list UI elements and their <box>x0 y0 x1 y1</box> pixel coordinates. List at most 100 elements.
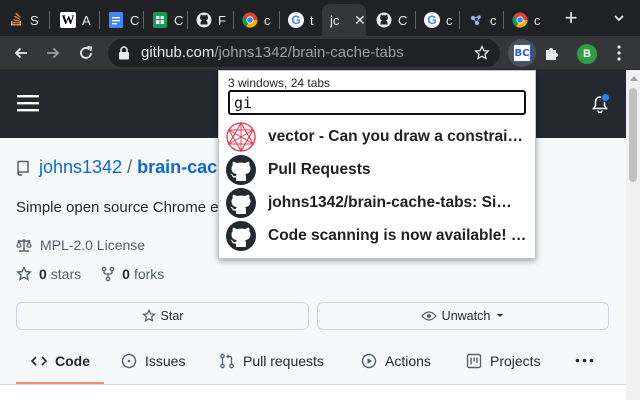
tab-title: F <box>218 12 226 28</box>
result-title: johns1342/brain-cache-tabs: Si… <box>268 193 512 211</box>
address-bar[interactable]: github.com/johns1342/brain-cache-tabs <box>108 39 500 67</box>
profile-avatar[interactable]: B <box>577 44 597 64</box>
result-item[interactable]: Code scanning is now available! … <box>225 219 529 252</box>
tab-search-button[interactable] <box>606 5 632 31</box>
tab-title: c <box>446 12 453 28</box>
projects-icon <box>466 353 482 369</box>
fork-icon <box>101 266 115 282</box>
tab-title: A <box>82 12 91 28</box>
brain-cache-badge: BC <box>513 44 531 62</box>
license-text: MPL-2.0 License <box>40 237 146 253</box>
brain-cache-popup: 3 windows, 24 tabs vector - Can you draw… <box>218 70 536 259</box>
google-icon: G <box>288 12 304 28</box>
star-button-label: Star <box>160 309 184 323</box>
tab-title: C <box>398 12 408 28</box>
geometry-icon <box>226 121 256 152</box>
github-icon <box>226 220 256 251</box>
tab-pull-requests[interactable]: Pull requests <box>219 341 324 381</box>
url-host: github.com <box>141 44 215 61</box>
reload-icon <box>80 46 93 59</box>
github-icon <box>226 187 256 218</box>
google-docs-icon <box>108 12 124 28</box>
unwatch-button[interactable]: Unwatch <box>317 302 609 330</box>
bookmark-star-icon[interactable] <box>474 45 490 61</box>
repo-icon <box>17 160 29 176</box>
caret-down-icon <box>497 314 504 317</box>
pull-request-icon <box>220 353 234 369</box>
tab-title: c <box>264 12 271 28</box>
tab-code[interactable]: Code <box>31 341 90 381</box>
actions-icon <box>361 353 377 369</box>
tab-title: C <box>174 12 184 28</box>
tab-title: S <box>30 12 39 28</box>
arrow-left-icon <box>14 47 27 59</box>
tab-google-2[interactable]: G c <box>416 4 458 36</box>
tab-active-brain-cache[interactable]: jc ✕ <box>322 4 366 36</box>
tab-github[interactable]: F <box>188 4 232 36</box>
tab-chrome[interactable]: c <box>234 4 278 36</box>
tab-title: c <box>534 12 541 28</box>
tab-brain-cache[interactable]: c <box>460 4 502 36</box>
tab-google[interactable]: G t <box>280 4 322 36</box>
eye-icon <box>420 311 437 321</box>
hamburger-menu-icon[interactable] <box>17 94 39 112</box>
code-icon <box>31 356 47 366</box>
google-sheets-icon <box>152 12 168 28</box>
chrome-icon <box>242 12 258 28</box>
tab-google-sheets[interactable]: C <box>144 4 186 36</box>
tab-strip: S W A C C F c G t jc ✕ C G c c c + <box>0 0 640 36</box>
close-icon[interactable]: ✕ <box>354 12 366 29</box>
result-item[interactable]: vector - Can you draw a constraint… <box>225 120 529 153</box>
tab-stack-overflow[interactable]: S <box>0 4 48 36</box>
tab-search-input[interactable] <box>228 90 526 115</box>
forks-count[interactable]: 0 <box>122 266 130 282</box>
github-icon <box>196 12 212 28</box>
result-title: vector - Can you draw a constraint… <box>268 127 527 145</box>
tab-title: C <box>130 12 140 28</box>
back-button[interactable] <box>7 39 35 67</box>
tab-actions[interactable]: Actions <box>361 341 431 381</box>
chrome-icon <box>512 12 528 28</box>
repo-license[interactable]: MPL-2.0 License <box>16 237 145 253</box>
stars-count[interactable]: 0 <box>39 266 47 282</box>
popup-window-tab-count: 3 windows, 24 tabs <box>228 76 331 90</box>
tab-chrome-2[interactable]: c <box>504 4 548 36</box>
tab-title: jc <box>330 12 340 28</box>
tab-projects[interactable]: Projects <box>466 341 541 381</box>
url-text: github.com/johns1342/brain-cache-tabs <box>141 44 404 61</box>
chevron-down-icon <box>614 15 624 22</box>
tab-projects-label: Projects <box>490 353 541 369</box>
forks-label[interactable]: forks <box>134 266 164 282</box>
page-content <box>0 385 626 400</box>
tab-title: t <box>310 12 314 28</box>
arrow-right-icon <box>47 47 60 59</box>
tab-google-docs[interactable]: C <box>100 4 142 36</box>
google-icon: G <box>424 12 440 28</box>
result-item[interactable]: Pull Requests <box>225 153 529 186</box>
result-item[interactable]: johns1342/brain-cache-tabs: Si… <box>225 186 529 219</box>
result-title: Code scanning is now available! … <box>268 226 527 244</box>
browser-toolbar: github.com/johns1342/brain-cache-tabs BC… <box>0 36 640 70</box>
tab-github-2[interactable]: C <box>368 4 414 36</box>
new-tab-button[interactable]: + <box>557 4 585 32</box>
tab-code-label: Code <box>55 353 90 369</box>
tab-pull-requests-label: Pull requests <box>243 353 324 369</box>
tab-wikipedia[interactable]: W A <box>52 4 98 36</box>
url-path: /johns1342/brain-cache-tabs <box>214 44 404 61</box>
more-horizontal-icon[interactable] <box>575 358 594 363</box>
stars-label[interactable]: stars <box>51 266 81 282</box>
notification-indicator <box>601 93 610 102</box>
more-vert-icon[interactable] <box>617 45 621 61</box>
reload-button[interactable] <box>72 39 100 67</box>
scroll-up-arrow-icon[interactable] <box>630 76 638 81</box>
github-icon <box>376 12 392 28</box>
tab-issues-label: Issues <box>145 353 186 369</box>
result-title: Pull Requests <box>268 160 371 178</box>
tab-issues[interactable]: Issues <box>121 341 185 381</box>
scrollbar-thumb[interactable] <box>629 88 637 182</box>
repo-owner-link[interactable]: johns1342 <box>39 157 122 178</box>
star-button[interactable]: Star <box>16 302 309 330</box>
extensions-puzzle-icon[interactable] <box>543 44 561 62</box>
forward-button[interactable] <box>39 39 67 67</box>
brain-cache-extension-button[interactable]: BC <box>508 39 536 67</box>
